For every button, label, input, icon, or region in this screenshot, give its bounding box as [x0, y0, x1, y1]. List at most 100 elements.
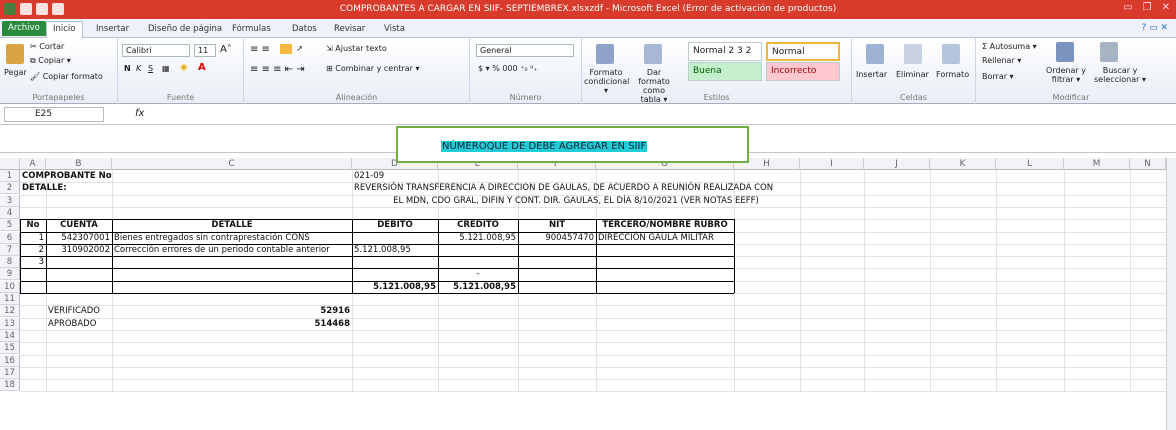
cell-no[interactable]: 2	[20, 244, 46, 256]
row-header-16[interactable]: 16	[0, 354, 20, 367]
italic-icon[interactable]: K	[136, 64, 141, 73]
row-header-14[interactable]: 14	[0, 329, 20, 342]
cell-no[interactable]: 1	[20, 232, 46, 244]
cell-detalle[interactable]: Corrección errores de un periodo contabl…	[112, 244, 352, 256]
cell-no[interactable]: 3	[20, 256, 46, 268]
align-top-icon[interactable]: ≡ ≡	[250, 44, 270, 55]
autosum-button[interactable]: Σ Autosuma ▾	[982, 42, 1037, 51]
header-debito[interactable]: DEBITO	[352, 219, 438, 231]
style-normal-2-3-2[interactable]: Normal 2 3 2 ...	[688, 42, 762, 66]
close-icon[interactable]: ✕	[1162, 2, 1170, 13]
row-header-7[interactable]: 7	[0, 243, 20, 256]
tab-diseno-pagina[interactable]: Diseño de página	[142, 22, 228, 37]
paste-button[interactable]: Pegar	[4, 68, 27, 77]
align-buttons[interactable]: ≡ ≡ ≡ ⇤ ⇥	[250, 64, 305, 75]
row-header-6[interactable]: 6	[0, 231, 20, 244]
select-all-corner[interactable]	[0, 158, 20, 170]
font-size-select[interactable]: 11	[194, 44, 216, 57]
underline-icon[interactable]: S	[148, 64, 153, 73]
row-header-1[interactable]: 1	[0, 170, 20, 182]
cell-credito[interactable]: 5.121.008,95	[438, 232, 518, 244]
align-middle-icon[interactable]	[280, 44, 292, 54]
row-header-15[interactable]: 15	[0, 342, 20, 355]
tab-archivo[interactable]: Archivo	[2, 21, 46, 36]
column-header-b[interactable]: B	[46, 158, 112, 170]
paste-icon[interactable]	[6, 44, 24, 64]
column-header-a[interactable]: A	[20, 158, 46, 170]
header-cuenta[interactable]: CUENTA	[46, 219, 112, 231]
format-button[interactable]: Formato	[936, 70, 969, 79]
cell-aprobado-label[interactable]: APROBADO	[46, 318, 112, 330]
cell-comprobante-number[interactable]: 021-09	[352, 170, 438, 182]
cell-tercero[interactable]: DIRECCIÓN GAULA MILITAR	[596, 232, 734, 244]
tab-insertar[interactable]: Insertar	[90, 22, 135, 37]
number-format-buttons[interactable]: $ ▾ % 000 ⁺₀ ⁰₊	[478, 64, 538, 73]
row-header-18[interactable]: 18	[0, 379, 20, 392]
style-normal[interactable]: Normal	[766, 42, 840, 61]
cell-detalle-label[interactable]: DETALLE:	[20, 182, 112, 194]
find-select-button[interactable]: Buscar y seleccionar ▾	[1090, 66, 1150, 84]
header-detalle[interactable]: DETALLE	[112, 219, 352, 231]
cell-total-debito[interactable]: 5.121.008,95	[352, 281, 438, 293]
row-header-9[interactable]: 9	[0, 268, 20, 281]
tab-datos[interactable]: Datos	[286, 22, 323, 37]
cell-cuenta[interactable]: 542307001	[46, 232, 112, 244]
header-nit[interactable]: NIT	[518, 219, 596, 231]
fill-color-icon[interactable]: ◈	[180, 62, 188, 73]
row-header-17[interactable]: 17	[0, 366, 20, 379]
row-header-10[interactable]: 10	[0, 280, 20, 293]
cut-button[interactable]: ✂ Cortar	[30, 42, 64, 51]
column-header-n[interactable]: N	[1130, 158, 1166, 170]
delete-button[interactable]: Eliminar	[896, 70, 929, 79]
row-header-13[interactable]: 13	[0, 317, 20, 330]
font-color-icon[interactable]: A	[198, 62, 206, 73]
row-header-3[interactable]: 3	[0, 194, 20, 207]
cell-detalle-text-1[interactable]: REVERSIÓN TRANSFERENCIA A DIRECCION DE G…	[352, 182, 800, 194]
name-box[interactable]: E25	[4, 107, 104, 122]
copy-button[interactable]: ⧉ Copiar ▾	[30, 56, 71, 66]
wrap-text-button[interactable]: ⇲ Ajustar texto	[326, 44, 387, 53]
row-header-8[interactable]: 8	[0, 256, 20, 269]
cell-aprobado-value[interactable]: 514468	[112, 318, 352, 330]
tab-inicio[interactable]: Inicio	[46, 21, 83, 38]
orientation-icon[interactable]: ↗	[296, 44, 303, 53]
sort-filter-button[interactable]: Ordenar y filtrar ▾	[1038, 66, 1094, 84]
number-format-select[interactable]: General	[476, 44, 574, 57]
cell-detalle[interactable]: Bienes entregados sin contraprestación C…	[112, 232, 352, 244]
bold-icon[interactable]: N	[124, 64, 131, 73]
row-header-5[interactable]: 5	[0, 219, 20, 232]
column-header-i[interactable]: I	[800, 158, 864, 170]
cell-nit[interactable]: 900457470	[518, 232, 596, 244]
format-table-icon[interactable]	[644, 44, 662, 64]
grow-font-icon[interactable]: A˄	[220, 44, 232, 55]
style-buena[interactable]: Buena	[688, 62, 762, 81]
cell-total-credito[interactable]: 5.121.008,95	[438, 281, 518, 293]
column-header-c[interactable]: C	[112, 158, 352, 170]
format-painter-button[interactable]: 🖌 Copiar formato	[30, 72, 103, 81]
merge-center-button[interactable]: ⊞ Combinar y centrar ▾	[326, 64, 419, 73]
font-select[interactable]: Calibri	[122, 44, 190, 57]
fx-icon[interactable]: fx	[135, 108, 144, 119]
cell-verificado-label[interactable]: VERIFICADO	[46, 305, 112, 317]
border-icon[interactable]: ▦	[162, 64, 170, 73]
cell-verificado-value[interactable]: 52916	[112, 305, 352, 317]
tab-formulas[interactable]: Fórmulas	[226, 22, 277, 37]
style-incorrecto[interactable]: Incorrecto	[766, 62, 840, 81]
cell-credito[interactable]: -	[438, 268, 518, 280]
insert-button[interactable]: Insertar	[856, 70, 887, 79]
row-header-12[interactable]: 12	[0, 305, 20, 318]
find-icon[interactable]	[1100, 42, 1118, 62]
clear-button[interactable]: Borrar ▾	[982, 72, 1014, 81]
help-icon[interactable]: ? ▭ ✕	[1141, 23, 1168, 33]
row-header-2[interactable]: 2	[0, 182, 20, 195]
insert-cells-icon[interactable]	[866, 44, 884, 64]
fill-button[interactable]: Rellenar ▾	[982, 56, 1021, 65]
conditional-format-button[interactable]: Formato condicional ▾	[584, 68, 629, 95]
cell-comprobante-label[interactable]: COMPROBANTE No	[20, 170, 112, 182]
column-header-l[interactable]: L	[996, 158, 1064, 170]
vertical-scrollbar[interactable]	[1166, 158, 1176, 430]
minimize-icon[interactable]: ▭	[1123, 2, 1132, 13]
restore-icon[interactable]: ❐	[1143, 2, 1152, 13]
conditional-format-icon[interactable]	[596, 44, 614, 64]
row-header-4[interactable]: 4	[0, 206, 20, 219]
